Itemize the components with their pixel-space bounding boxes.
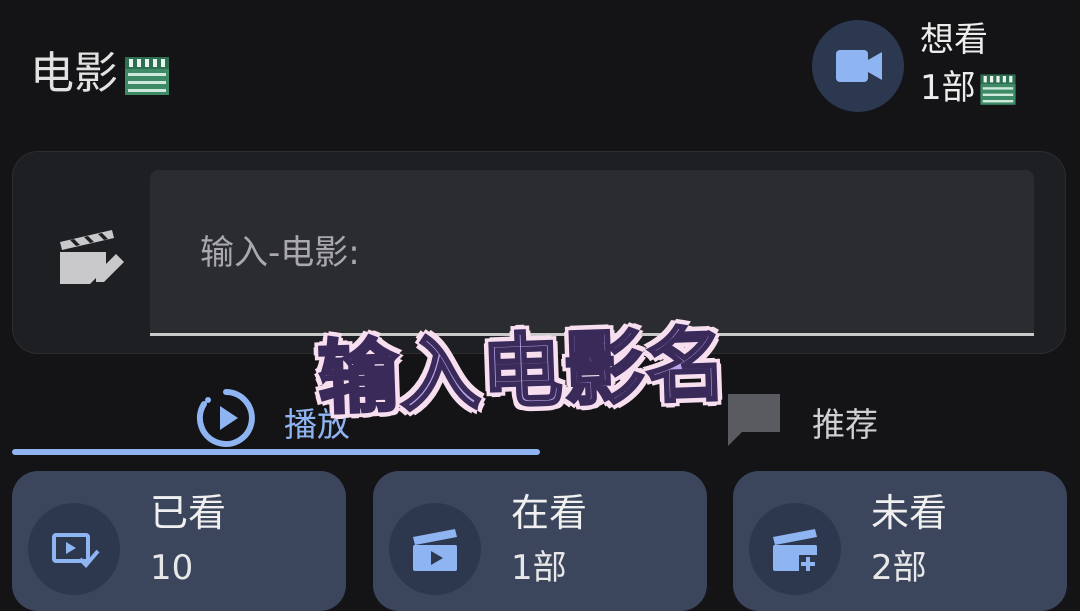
movie-edit-icon bbox=[56, 224, 126, 288]
stat-card-watching[interactable]: 在看 1部 bbox=[373, 471, 707, 611]
stat-label: 未看 bbox=[871, 491, 948, 535]
want-to-watch-summary[interactable]: 想看 1部 bbox=[812, 16, 1062, 116]
overlay-caption: 输入电影名 bbox=[315, 316, 731, 426]
stat-value: 2部 bbox=[871, 548, 927, 588]
stat-label: 在看 bbox=[511, 491, 588, 535]
clapperboard-icon bbox=[978, 68, 1018, 108]
active-tab-indicator bbox=[12, 449, 540, 455]
clapperboard-icon bbox=[122, 49, 172, 99]
page-title: 电影 bbox=[30, 44, 172, 104]
play-circle-icon bbox=[194, 386, 258, 458]
stat-value: 1部 bbox=[511, 548, 567, 588]
movie-play-icon bbox=[389, 503, 481, 595]
video-camera-icon bbox=[812, 20, 904, 112]
movie-add-icon bbox=[749, 503, 841, 595]
movie-input-field[interactable] bbox=[150, 170, 1034, 336]
want-count: 1部 bbox=[920, 64, 1018, 112]
want-label: 想看 bbox=[920, 20, 988, 60]
tab-recommend-label: 推荐 bbox=[812, 405, 878, 444]
watched-screen-check-icon bbox=[28, 503, 120, 595]
page-title-text: 电影 bbox=[30, 48, 118, 99]
stat-card-watched[interactable]: 已看 10 bbox=[12, 471, 346, 611]
movie-search-input[interactable] bbox=[198, 222, 982, 284]
stat-label: 已看 bbox=[150, 491, 227, 535]
stat-card-unwatched[interactable]: 未看 2部 bbox=[733, 471, 1067, 611]
stat-value: 10 bbox=[150, 548, 194, 588]
want-count-text: 1部 bbox=[920, 68, 976, 108]
